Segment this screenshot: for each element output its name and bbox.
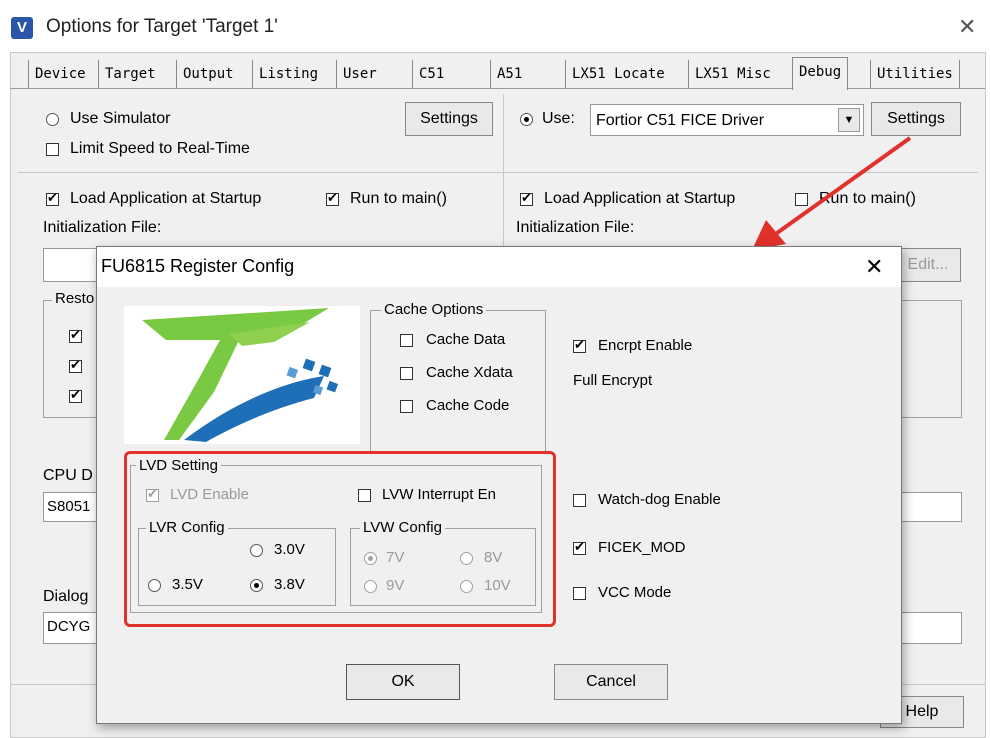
dialog-dll-label: Dialog xyxy=(43,588,89,605)
limit-speed-label: Limit Speed to Real-Time xyxy=(70,140,250,157)
limit-speed-checkbox[interactable] xyxy=(46,143,59,156)
cpu-dll-input[interactable]: S8051 xyxy=(43,492,103,522)
use-simulator-label: Use Simulator xyxy=(70,110,171,127)
logo-graphic xyxy=(142,308,339,442)
window-title: Options for Target 'Target 1' xyxy=(46,16,278,37)
encrypt-enable-label: Encrpt Enable xyxy=(598,337,693,354)
init-file-label-left: Initialization File: xyxy=(43,219,162,236)
cancel-button[interactable]: Cancel xyxy=(554,664,668,700)
load-app-checkbox-right[interactable] xyxy=(520,190,533,206)
tab-utilities[interactable]: Utilities xyxy=(870,60,960,88)
cache-code-checkbox[interactable] xyxy=(400,400,413,413)
cache-data-label: Cache Data xyxy=(426,331,506,348)
tab-lx51-misc[interactable]: LX51 Misc xyxy=(688,60,777,88)
tab-a51[interactable]: A51 xyxy=(490,60,528,88)
tab-lx51-locate[interactable]: LX51 Locate xyxy=(565,60,671,88)
load-app-label-left: Load Application at Startup xyxy=(70,190,262,207)
tab-user[interactable]: User xyxy=(336,60,383,88)
restore-checkbox-1[interactable] xyxy=(69,327,82,343)
run-to-main-label-left: Run to main() xyxy=(350,190,447,207)
cache-data-checkbox[interactable] xyxy=(400,334,413,347)
ficek-mod-label: FICEK_MOD xyxy=(598,539,686,556)
dialog-close-icon[interactable]: ✕ xyxy=(865,254,883,280)
cache-xdata-label: Cache Xdata xyxy=(426,364,513,381)
dialog-dll-input-right[interactable] xyxy=(900,612,962,644)
encrypt-enable-checkbox[interactable] xyxy=(573,337,586,353)
vcc-mode-label: VCC Mode xyxy=(598,584,672,601)
watchdog-label: Watch-dog Enable xyxy=(598,491,721,508)
vcc-mode-checkbox[interactable] xyxy=(573,587,586,600)
simulator-settings-button[interactable]: Settings xyxy=(405,102,493,136)
restore-group-title: Resto xyxy=(52,290,98,307)
init-file-label-right: Initialization File: xyxy=(516,219,635,236)
run-to-main-checkbox-left[interactable] xyxy=(326,190,339,206)
cache-options-title: Cache Options xyxy=(381,301,487,318)
load-app-label-right: Load Application at Startup xyxy=(544,190,736,207)
cache-xdata-checkbox[interactable] xyxy=(400,367,413,380)
tab-listing[interactable]: Listing xyxy=(252,60,324,88)
load-app-checkbox-left[interactable] xyxy=(46,190,59,206)
tab-debug[interactable]: Debug xyxy=(792,57,849,90)
cpu-dll-label: CPU D xyxy=(43,467,93,484)
dialog-dll-input[interactable]: DCYG xyxy=(43,612,103,644)
tab-device[interactable]: Device xyxy=(28,60,92,88)
use-driver-label: Use: xyxy=(542,110,575,127)
full-encrypt-label: Full Encrypt xyxy=(573,372,653,389)
use-simulator-radio[interactable] xyxy=(46,113,59,126)
tab-c51[interactable]: C51 xyxy=(412,60,450,88)
fortior-logo xyxy=(124,306,360,444)
use-driver-radio[interactable] xyxy=(520,113,533,126)
restore-checkbox-3[interactable] xyxy=(69,387,82,403)
init-file-input-left[interactable] xyxy=(43,248,103,282)
cache-code-label: Cache Code xyxy=(426,397,510,414)
dialog-title: FU6815 Register Config xyxy=(101,256,295,276)
watchdog-checkbox[interactable] xyxy=(573,494,586,507)
arrow-annotation xyxy=(752,136,912,250)
close-icon[interactable]: ✕ xyxy=(958,14,976,40)
ok-button[interactable]: OK xyxy=(346,664,460,700)
app-icon: V xyxy=(11,17,33,39)
restore-checkbox-2[interactable] xyxy=(69,357,82,373)
restore-group-right xyxy=(900,300,962,418)
driver-select-value: Fortior C51 FICE Driver xyxy=(596,112,765,129)
tab-target[interactable]: Target xyxy=(98,60,162,88)
tab-output[interactable]: Output xyxy=(176,60,240,88)
lvd-highlight-box xyxy=(124,451,556,627)
cpu-dll-input-right[interactable] xyxy=(900,492,962,522)
ficek-mod-checkbox[interactable] xyxy=(573,539,586,555)
pane-divider xyxy=(503,94,504,264)
